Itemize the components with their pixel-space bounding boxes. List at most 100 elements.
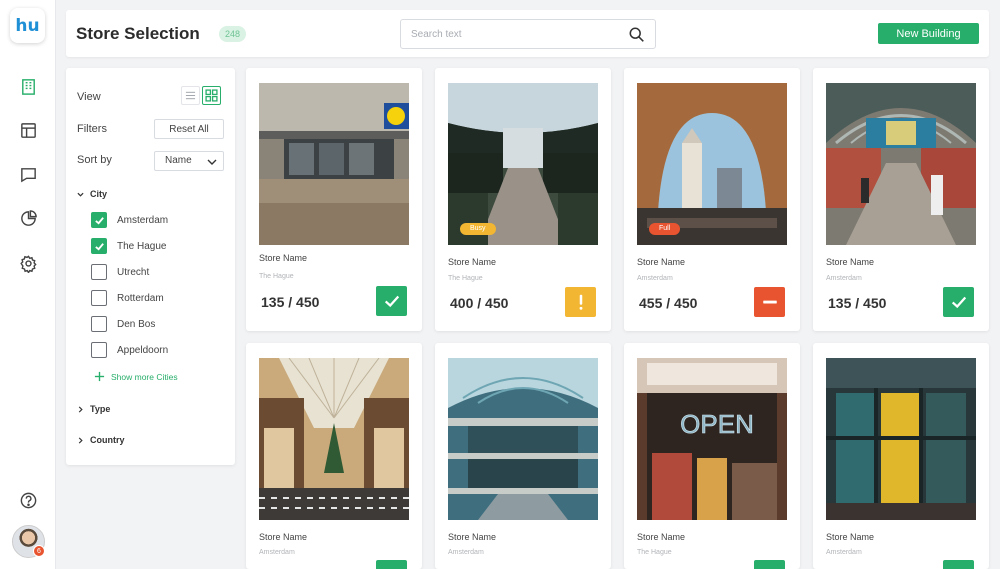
store-name: Store Name: [259, 532, 308, 542]
status-full-badge: [754, 287, 785, 317]
city-checkbox[interactable]: [91, 212, 107, 228]
view-toggle: [181, 86, 221, 105]
minus-icon: [762, 300, 777, 304]
check-icon: [94, 216, 104, 225]
city-section-label: City: [90, 189, 108, 199]
busy-tag: Busy: [460, 223, 496, 235]
chevron-right-icon: [78, 405, 83, 413]
store-count-badge: 248: [219, 26, 247, 42]
store-card[interactable]: OPEN Store Name The Hague: [624, 343, 800, 569]
status-ok-badge: [943, 560, 974, 569]
chevron-right-icon: [78, 436, 83, 444]
store-card[interactable]: Store Name Amsterdam 135 / 450: [813, 68, 989, 331]
store-city: Amsterdam: [259, 549, 295, 556]
city-label: The Hague: [117, 240, 167, 252]
list-view-button[interactable]: [181, 86, 200, 105]
store-card[interactable]: Full Store Name Amsterdam 455 / 450: [624, 68, 800, 331]
store-name: Store Name: [826, 532, 875, 542]
store-city: Amsterdam: [826, 275, 862, 282]
list-icon: [185, 91, 196, 100]
city-label: Den Bos: [117, 318, 156, 330]
new-building-button[interactable]: New Building: [878, 23, 979, 44]
app-logo[interactable]: hu: [10, 8, 45, 43]
city-label: Amsterdam: [117, 214, 169, 226]
store-photo: [259, 83, 409, 245]
status-ok-badge: [943, 287, 974, 317]
type-section-toggle[interactable]: Type: [77, 404, 110, 414]
city-checkbox[interactable]: [91, 342, 107, 358]
store-name: Store Name: [448, 532, 497, 542]
country-section-toggle[interactable]: Country: [77, 435, 125, 445]
store-name: Store Name: [637, 532, 686, 542]
store-city: Amsterdam: [448, 549, 484, 556]
country-section-label: Country: [90, 435, 125, 445]
open-sign-text: OPEN: [680, 409, 754, 439]
chat-icon[interactable]: [16, 162, 40, 186]
status-ok-badge: [376, 286, 407, 316]
city-option[interactable]: Amsterdam: [91, 212, 168, 228]
store-capacity: 455 / 450: [639, 295, 698, 311]
status-ok-badge: [376, 560, 407, 569]
show-more-label: Show more Cities: [111, 371, 178, 382]
check-icon: [94, 242, 104, 251]
page-header: Store Selection 248 New Building: [66, 10, 989, 57]
store-card[interactable]: Store Name The Hague 135 / 450: [246, 68, 422, 331]
store-photo: Full: [637, 83, 787, 245]
store-name: Store Name: [826, 257, 875, 267]
city-label: Appeldoorn: [117, 344, 169, 356]
search-icon[interactable]: [628, 26, 645, 43]
store-photo: [259, 358, 409, 520]
store-photo: OPEN: [637, 358, 787, 520]
city-option[interactable]: Rotterdam: [91, 290, 164, 306]
store-photo: Busy: [448, 83, 598, 245]
city-option[interactable]: The Hague: [91, 238, 166, 254]
filter-panel: View Filters Reset All Sort by Name City…: [66, 68, 235, 465]
reset-all-button[interactable]: Reset All: [154, 119, 224, 139]
store-card[interactable]: Store Name Amsterdam: [435, 343, 611, 569]
city-option[interactable]: Utrecht: [91, 264, 149, 280]
search-input[interactable]: [401, 20, 611, 48]
view-label: View: [77, 91, 101, 103]
layout-icon[interactable]: [16, 118, 40, 142]
grid-view-button[interactable]: [202, 86, 221, 105]
building-icon[interactable]: [16, 74, 40, 98]
help-icon[interactable]: [16, 488, 40, 512]
city-checkbox[interactable]: [91, 290, 107, 306]
city-label: Utrecht: [117, 266, 150, 278]
city-option[interactable]: Den Bos: [91, 316, 155, 332]
nav-rail: hu 6: [0, 0, 56, 569]
check-icon: [951, 296, 966, 309]
sort-select[interactable]: Name: [154, 151, 224, 171]
sort-value: Name: [165, 155, 192, 166]
store-capacity: 135 / 450: [828, 295, 887, 311]
notification-badge: 6: [33, 545, 45, 557]
store-city: Amsterdam: [826, 549, 862, 556]
city-checkbox[interactable]: [91, 264, 107, 280]
status-ok-badge: [754, 560, 785, 569]
store-card[interactable]: Busy Store Name The Hague 400 / 450: [435, 68, 611, 331]
store-city: The Hague: [259, 273, 294, 280]
store-city: The Hague: [448, 275, 483, 282]
store-capacity: 400 / 450: [450, 295, 509, 311]
show-more-cities-link[interactable]: Show more Cities: [94, 371, 178, 382]
chevron-down-icon: [77, 192, 84, 197]
store-card[interactable]: Store Name Amsterdam: [246, 343, 422, 569]
chevron-down-icon: [207, 159, 217, 165]
city-checkbox[interactable]: [91, 238, 107, 254]
city-option[interactable]: Appeldoorn: [91, 342, 168, 358]
store-city: The Hague: [637, 549, 672, 556]
store-card[interactable]: Store Name Amsterdam: [813, 343, 989, 569]
status-warning-badge: [565, 287, 596, 317]
full-tag: Full: [649, 223, 681, 235]
pie-chart-icon[interactable]: [16, 206, 40, 230]
search-box: [400, 19, 656, 49]
store-photo: [826, 358, 976, 520]
store-name: Store Name: [259, 253, 308, 263]
store-name: Store Name: [448, 257, 497, 267]
plus-icon: [94, 371, 105, 382]
city-label: Rotterdam: [117, 292, 164, 304]
city-checkbox[interactable]: [91, 316, 107, 332]
gear-icon[interactable]: [16, 251, 40, 275]
store-capacity: 135 / 450: [261, 294, 320, 310]
city-section-toggle[interactable]: City: [77, 189, 107, 199]
